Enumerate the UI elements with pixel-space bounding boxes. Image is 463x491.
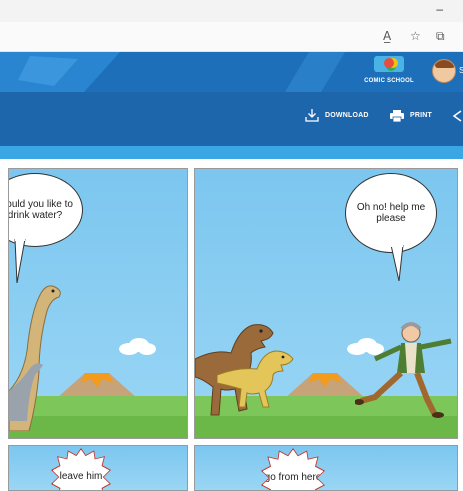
speech-bubble: Oh no! help me please xyxy=(345,173,437,253)
collections-icon[interactable]: ⧉ xyxy=(436,29,445,44)
print-button[interactable]: PRINT xyxy=(410,112,432,119)
download-icon[interactable] xyxy=(305,108,319,122)
read-aloud-icon[interactable]: A̲ xyxy=(383,29,391,43)
comic-panel-2[interactable]: Oh no! help me please xyxy=(194,168,458,439)
grass xyxy=(195,416,457,438)
running-man xyxy=(355,322,452,418)
page: – A̲ ☆ ⧉ COMIC SCHOOL S DOWNLOAD PRINT u… xyxy=(0,0,463,491)
site-header: COMIC SCHOOL S xyxy=(0,52,463,92)
t-rex-yellow xyxy=(217,350,294,408)
print-icon[interactable] xyxy=(390,110,404,122)
avatar-initial: S xyxy=(459,66,463,75)
action-bar: DOWNLOAD PRINT xyxy=(0,92,463,146)
logo-badge-icon xyxy=(374,56,404,72)
comic-school-logo[interactable]: COMIC SCHOOL xyxy=(358,56,420,90)
cloud xyxy=(119,338,156,355)
dinosaur-gray xyxy=(9,363,43,421)
shout-bubble-text: leave him xyxy=(59,471,103,483)
avatar[interactable] xyxy=(432,59,456,83)
speech-bubble-text: Oh no! help me please xyxy=(356,201,426,225)
action-bar-accent xyxy=(0,146,463,159)
logo-text: COMIC SCHOOL xyxy=(364,78,414,84)
storyboard: Would you like to drink water? xyxy=(0,159,463,491)
header-decoration xyxy=(285,52,345,92)
browser-titlebar: – xyxy=(0,0,463,22)
bubble-tail xyxy=(391,245,404,281)
speech-bubble-text: Would you like to drink water? xyxy=(8,198,73,222)
download-button[interactable]: DOWNLOAD xyxy=(325,112,369,119)
comic-panel-4[interactable]: go from here xyxy=(194,445,458,491)
browser-toolbar: A̲ ☆ ⧉ xyxy=(0,22,463,52)
minimize-button[interactable]: – xyxy=(436,2,443,16)
bubble-tail xyxy=(14,239,26,283)
comic-panel-3[interactable]: leave him xyxy=(8,445,188,491)
shout-bubble-text: go from here xyxy=(264,472,322,484)
comic-panel-1[interactable]: Would you like to drink water? xyxy=(8,168,188,439)
favorites-icon[interactable]: ☆ xyxy=(410,29,421,43)
share-icon[interactable] xyxy=(452,110,463,122)
